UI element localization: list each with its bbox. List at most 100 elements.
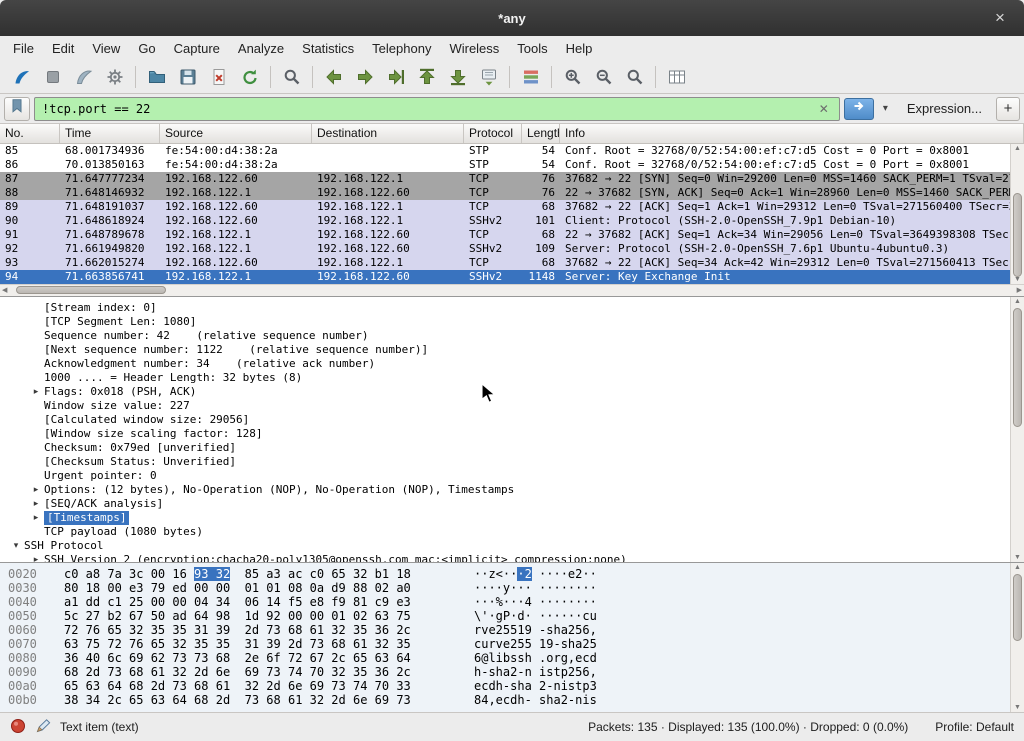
- hex-row[interactable]: 00505c 27 b2 67 50 ad 64 98 1d 92 00 00 …: [8, 609, 1010, 623]
- go-first-button[interactable]: [411, 63, 442, 91]
- title-bar[interactable]: *any ×: [0, 0, 1024, 36]
- close-window-button[interactable]: ×: [990, 8, 1010, 28]
- detail-line[interactable]: ▸Flags: 0x018 (PSH, ACK): [0, 385, 1010, 399]
- detail-line[interactable]: ▸[Timestamps]: [0, 511, 1010, 525]
- details-vscrollbar[interactable]: [1010, 297, 1024, 562]
- hex-row[interactable]: 009068 2d 73 68 61 32 2d 6e 69 73 74 70 …: [8, 665, 1010, 679]
- hex-vscrollbar[interactable]: [1010, 563, 1024, 712]
- column-header-info[interactable]: Info: [560, 124, 1024, 143]
- zoom-reset-button[interactable]: [619, 63, 650, 91]
- filter-dropdown-icon[interactable]: ▾: [878, 103, 893, 114]
- collapsed-expander-icon[interactable]: ▸: [28, 385, 44, 399]
- menu-wireless[interactable]: Wireless: [440, 38, 508, 59]
- menu-edit[interactable]: Edit: [43, 38, 83, 59]
- go-last-button[interactable]: [442, 63, 473, 91]
- open-file-button[interactable]: [141, 63, 172, 91]
- colorize-button[interactable]: [515, 63, 546, 91]
- detail-line[interactable]: [Window size scaling factor: 128]: [0, 427, 1010, 441]
- expanded-expander-icon[interactable]: ▾: [8, 539, 24, 553]
- zoom-out-button[interactable]: [588, 63, 619, 91]
- close-file-button[interactable]: [203, 63, 234, 91]
- column-header-length[interactable]: Length: [522, 124, 560, 143]
- packet-row-92[interactable]: 9271.661949820192.168.122.1192.168.122.6…: [0, 242, 1010, 256]
- collapsed-expander-icon[interactable]: ▸: [28, 511, 44, 525]
- find-packet-button[interactable]: [276, 63, 307, 91]
- filter-bookmark-button[interactable]: [4, 97, 30, 121]
- scrollbar-thumb[interactable]: [1013, 308, 1022, 427]
- menu-statistics[interactable]: Statistics: [293, 38, 363, 59]
- detail-line[interactable]: [Stream index: 0]: [0, 301, 1010, 315]
- hex-row[interactable]: 0020c0 a8 7a 3c 00 16 93 32 85 a3 ac c0 …: [8, 567, 1010, 581]
- scrollbar-thumb[interactable]: [16, 286, 166, 294]
- reload-button[interactable]: [234, 63, 265, 91]
- filter-apply-button[interactable]: [844, 98, 874, 120]
- detail-line[interactable]: Urgent pointer: 0: [0, 469, 1010, 483]
- column-header-source[interactable]: Source: [160, 124, 312, 143]
- hex-row[interactable]: 0040a1 dd c1 25 00 00 04 34 06 14 f5 e8 …: [8, 595, 1010, 609]
- start-capture-button[interactable]: [6, 63, 37, 91]
- menu-analyze[interactable]: Analyze: [229, 38, 293, 59]
- column-header-time[interactable]: Time: [60, 124, 160, 143]
- detail-line[interactable]: ▸Options: (12 bytes), No-Operation (NOP)…: [0, 483, 1010, 497]
- expression-button[interactable]: Expression...: [897, 101, 992, 116]
- go-to-packet-button[interactable]: [380, 63, 411, 91]
- detail-line[interactable]: ▸SSH Version 2 (encryption:chacha20-poly…: [0, 553, 1010, 562]
- capture-comment-icon[interactable]: [35, 718, 51, 737]
- collapsed-expander-icon[interactable]: ▸: [28, 553, 44, 562]
- menu-telephony[interactable]: Telephony: [363, 38, 440, 59]
- column-header-protocol[interactable]: Protocol: [464, 124, 522, 143]
- detail-line[interactable]: 1000 .... = Header Length: 32 bytes (8): [0, 371, 1010, 385]
- auto-scroll-button[interactable]: [473, 63, 504, 91]
- packet-row-90[interactable]: 9071.648618924192.168.122.60192.168.122.…: [0, 214, 1010, 228]
- zoom-in-button[interactable]: [557, 63, 588, 91]
- scrollbar-thumb[interactable]: [1013, 574, 1022, 641]
- menu-file[interactable]: File: [4, 38, 43, 59]
- detail-line[interactable]: Sequence number: 42 (relative sequence n…: [0, 329, 1010, 343]
- expert-info-icon[interactable]: [10, 718, 26, 737]
- menu-help[interactable]: Help: [557, 38, 602, 59]
- detail-line[interactable]: TCP payload (1080 bytes): [0, 525, 1010, 539]
- stop-capture-button[interactable]: [37, 63, 68, 91]
- collapsed-expander-icon[interactable]: ▸: [28, 497, 44, 511]
- detail-line[interactable]: Acknowledgment number: 34 (relative ack …: [0, 357, 1010, 371]
- packet-row-94[interactable]: 9471.663856741192.168.122.1192.168.122.6…: [0, 270, 1010, 284]
- packet-list-vscrollbar[interactable]: [1010, 144, 1024, 284]
- go-back-button[interactable]: [318, 63, 349, 91]
- filter-input[interactable]: [38, 102, 812, 116]
- capture-options-button[interactable]: [99, 63, 130, 91]
- menu-capture[interactable]: Capture: [165, 38, 229, 59]
- hex-row[interactable]: 00a065 63 64 68 2d 73 68 61 32 2d 6e 69 …: [8, 679, 1010, 693]
- packet-row-85[interactable]: 8568.001734936fe:54:00:d4:38:2aSTP54Conf…: [0, 144, 1010, 158]
- column-header-no[interactable]: No.: [0, 124, 60, 143]
- detail-line[interactable]: ▸[SEQ/ACK analysis]: [0, 497, 1010, 511]
- menu-go[interactable]: Go: [129, 38, 164, 59]
- menu-view[interactable]: View: [83, 38, 129, 59]
- packet-row-89[interactable]: 8971.648191037192.168.122.60192.168.122.…: [0, 200, 1010, 214]
- add-filter-button[interactable]: +: [996, 97, 1020, 121]
- hex-row[interactable]: 00b038 34 2c 65 63 64 68 2d 73 68 61 32 …: [8, 693, 1010, 707]
- packet-row-93[interactable]: 9371.662015274192.168.122.60192.168.122.…: [0, 256, 1010, 270]
- detail-line[interactable]: [Checksum Status: Unverified]: [0, 455, 1010, 469]
- detail-line[interactable]: [TCP Segment Len: 1080]: [0, 315, 1010, 329]
- detail-line[interactable]: Checksum: 0x79ed [unverified]: [0, 441, 1010, 455]
- hex-row[interactable]: 006072 76 65 32 35 35 31 39 2d 73 68 61 …: [8, 623, 1010, 637]
- packet-row-87[interactable]: 8771.647777234192.168.122.60192.168.122.…: [0, 172, 1010, 186]
- detail-line[interactable]: Window size value: 227: [0, 399, 1010, 413]
- packet-row-91[interactable]: 9171.648789678192.168.122.1192.168.122.6…: [0, 228, 1010, 242]
- go-forward-button[interactable]: [349, 63, 380, 91]
- hex-row[interactable]: 007063 75 72 76 65 32 35 35 31 39 2d 73 …: [8, 637, 1010, 651]
- packet-list-hscrollbar[interactable]: [0, 284, 1024, 296]
- filter-clear-icon[interactable]: ✕: [812, 102, 836, 116]
- detail-line[interactable]: ▾SSH Protocol: [0, 539, 1010, 553]
- resize-columns-button[interactable]: [661, 63, 692, 91]
- detail-line[interactable]: [Next sequence number: 1122 (relative se…: [0, 343, 1010, 357]
- collapsed-expander-icon[interactable]: ▸: [28, 483, 44, 497]
- hex-row[interactable]: 003080 18 00 e3 79 ed 00 00 01 01 08 0a …: [8, 581, 1010, 595]
- hex-row[interactable]: 008036 40 6c 69 62 73 73 68 2e 6f 72 67 …: [8, 651, 1010, 665]
- packet-row-88[interactable]: 8871.648146932192.168.122.1192.168.122.6…: [0, 186, 1010, 200]
- restart-capture-button[interactable]: [68, 63, 99, 91]
- scrollbar-thumb[interactable]: [1013, 193, 1022, 277]
- column-header-destination[interactable]: Destination: [312, 124, 464, 143]
- status-profile[interactable]: Profile: Default: [917, 720, 1014, 734]
- menu-tools[interactable]: Tools: [508, 38, 556, 59]
